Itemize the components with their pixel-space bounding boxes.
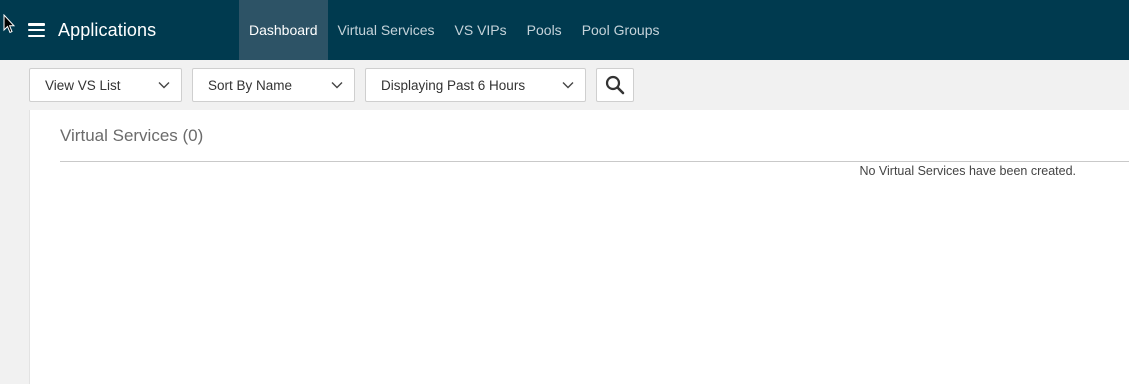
virtual-services-panel: Virtual Services (0) No Virtual Services… bbox=[29, 110, 1129, 384]
time-range-dropdown-label: Displaying Past 6 Hours bbox=[381, 77, 526, 93]
app-title: Applications bbox=[58, 19, 157, 40]
app-brand: Applications bbox=[0, 0, 239, 60]
panel-title: Virtual Services (0) bbox=[60, 126, 204, 145]
sort-dropdown[interactable]: Sort By Name bbox=[192, 68, 355, 102]
sort-dropdown-label: Sort By Name bbox=[208, 77, 293, 93]
panel-divider bbox=[60, 161, 1129, 162]
mouse-cursor-icon bbox=[3, 14, 15, 34]
filter-toolbar: View VS List Sort By Name Displaying Pas… bbox=[0, 60, 1129, 110]
tab-pool-groups[interactable]: Pool Groups bbox=[572, 0, 670, 60]
tab-pools[interactable]: Pools bbox=[517, 0, 572, 60]
main-nav-tabs: Dashboard Virtual Services VS VIPs Pools… bbox=[239, 0, 670, 60]
tab-virtual-services[interactable]: Virtual Services bbox=[328, 0, 445, 60]
chevron-down-icon bbox=[158, 82, 170, 89]
empty-state-message: No Virtual Services have been created. bbox=[859, 164, 1076, 178]
tab-vs-vips[interactable]: VS VIPs bbox=[445, 0, 517, 60]
search-icon bbox=[605, 75, 625, 95]
chevron-down-icon bbox=[331, 82, 343, 89]
view-mode-dropdown-label: View VS List bbox=[45, 77, 121, 93]
search-button[interactable] bbox=[596, 68, 634, 102]
time-range-dropdown[interactable]: Displaying Past 6 Hours bbox=[365, 68, 586, 102]
tab-dashboard[interactable]: Dashboard bbox=[239, 0, 328, 60]
chevron-down-icon bbox=[562, 82, 574, 89]
hamburger-menu-icon[interactable] bbox=[28, 23, 45, 37]
view-mode-dropdown[interactable]: View VS List bbox=[29, 68, 182, 102]
top-navigation-bar: Applications Dashboard Virtual Services … bbox=[0, 0, 1129, 60]
